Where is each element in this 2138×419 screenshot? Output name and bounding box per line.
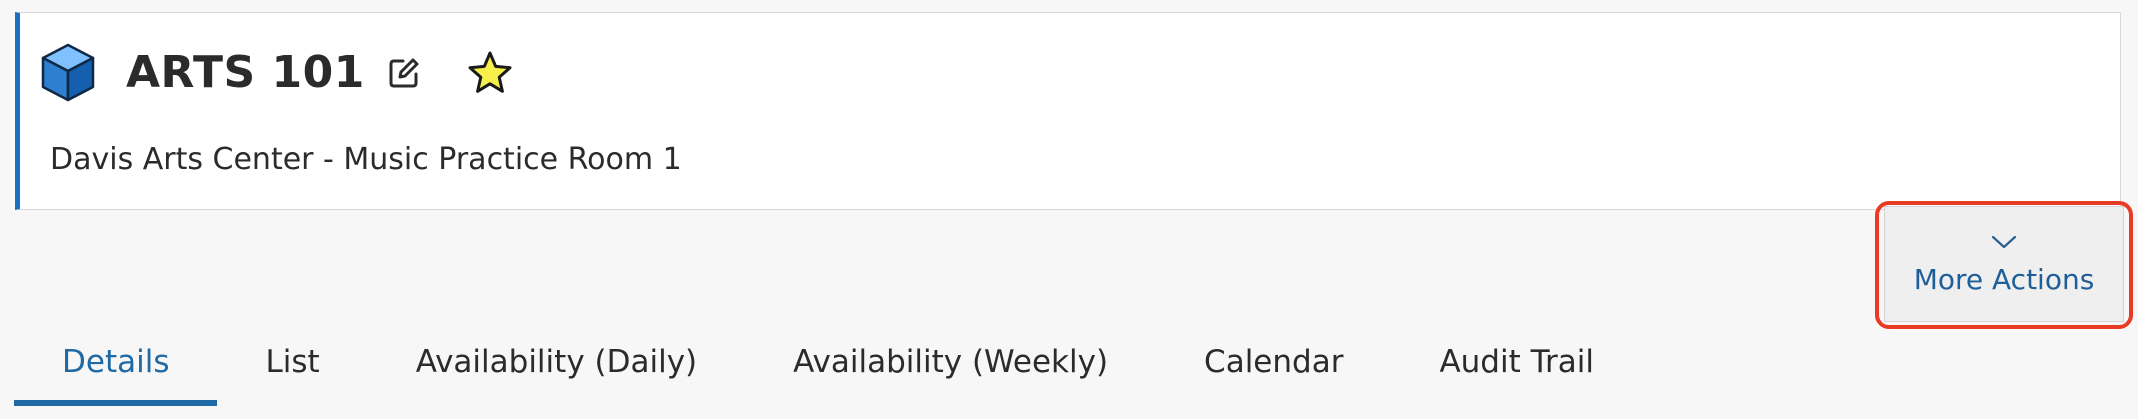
star-icon[interactable]	[467, 50, 513, 96]
tab-list[interactable]: List	[217, 334, 367, 406]
tab-availability-daily[interactable]: Availability (Daily)	[368, 334, 745, 406]
header-card: ARTS 101 Davis Arts Center - Music Pract…	[15, 12, 2121, 210]
more-actions-button[interactable]: More Actions	[1884, 206, 2124, 322]
tab-calendar[interactable]: Calendar	[1156, 334, 1391, 406]
tab-audit-trail[interactable]: Audit Trail	[1391, 334, 1642, 406]
more-actions-label: More Actions	[1913, 263, 2095, 296]
tab-details[interactable]: Details	[14, 334, 218, 406]
chevron-down-icon	[1991, 235, 2017, 249]
title-row: ARTS 101	[40, 31, 513, 115]
page-title: ARTS 101	[126, 47, 365, 98]
cube-icon	[41, 43, 95, 102]
edit-icon[interactable]	[387, 56, 421, 90]
tab-availability-weekly[interactable]: Availability (Weekly)	[745, 334, 1156, 406]
page-subtitle: Davis Arts Center - Music Practice Room …	[50, 142, 682, 177]
tab-bar: Details List Availability (Daily) Availa…	[14, 334, 1642, 406]
